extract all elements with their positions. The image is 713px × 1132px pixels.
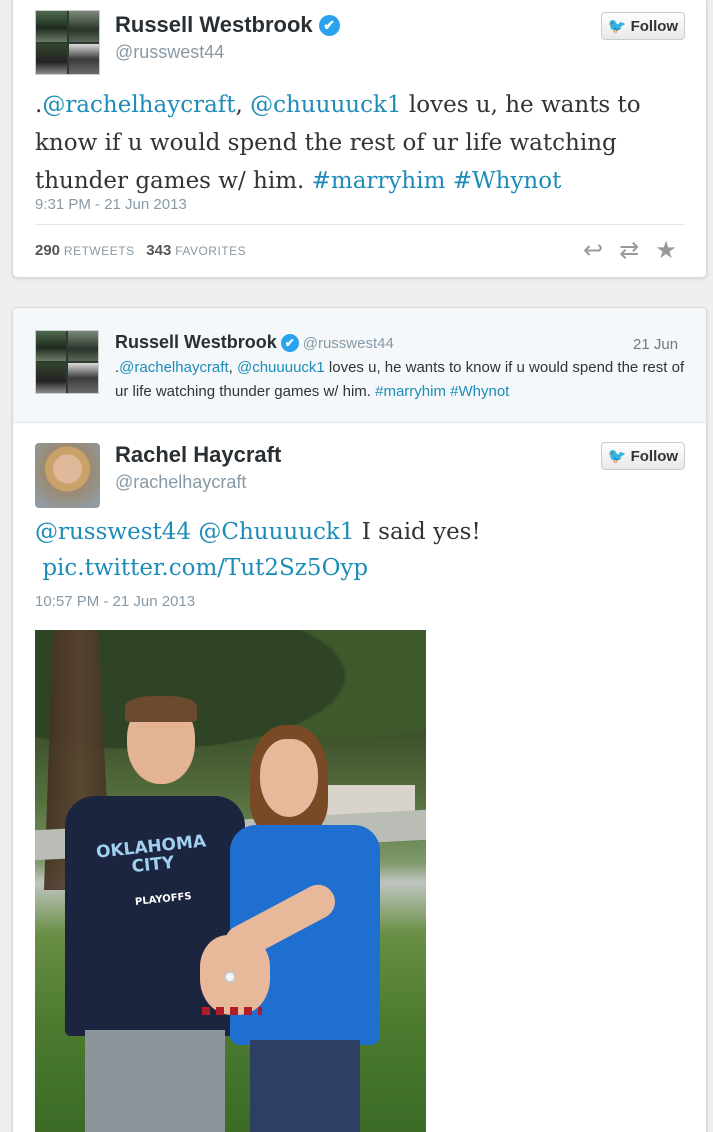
pic-link[interactable]: pic.twitter.com/Tut2Sz5Oyp	[42, 555, 368, 581]
shirt-subtext: PLAYOFFS	[134, 891, 193, 908]
tweet-link[interactable]: @chuuuuck1	[250, 92, 401, 118]
tweet-timestamp[interactable]: 10:57 PM - 21 Jun 2013	[35, 593, 195, 610]
tweet-text-segment: ,	[235, 92, 251, 118]
favorites-count[interactable]: 343	[146, 242, 171, 259]
retweets-label[interactable]: RETWEETS	[64, 244, 135, 258]
tweet-stats: 290 RETWEETS 343 FAVORITES	[35, 242, 246, 259]
photo-man: OKLAHOMA CITY PLAYOFFS	[65, 696, 245, 1132]
shirt-text: OKLAHOMA CITY	[95, 831, 207, 878]
follow-button[interactable]: 🐦 Follow	[601, 442, 685, 470]
verified-icon: ✔	[318, 15, 340, 36]
follow-button[interactable]: 🐦 Follow	[601, 12, 685, 40]
favorites-label[interactable]: FAVORITES	[175, 244, 246, 258]
author-name[interactable]: Russell Westbrook ✔	[115, 12, 340, 38]
tweet-text: .@rachelhaycraft, @chuuuuck1 loves u, he…	[35, 86, 685, 200]
quoted-author-handle[interactable]: @russwest44	[303, 335, 394, 352]
ring-icon	[224, 971, 236, 983]
tweet-photo[interactable]: OKLAHOMA CITY PLAYOFFS	[35, 630, 426, 1132]
reply-icon[interactable]: ↩	[583, 236, 603, 265]
avatar-westbrook[interactable]	[35, 10, 100, 75]
author-name[interactable]: Rachel Haycraft	[115, 442, 281, 468]
follow-button-label: Follow	[630, 447, 679, 465]
quoted-date[interactable]: 21 Jun	[633, 336, 678, 353]
tweet-plain-text: I said yes!	[354, 519, 481, 545]
twitter-bird-icon: 🐦	[607, 448, 627, 465]
follow-button-label: Follow	[630, 17, 679, 35]
tweet-link[interactable]: #marryhim	[375, 383, 446, 400]
quoted-avatar[interactable]	[35, 330, 99, 394]
tweet-link[interactable]: #Whynot	[450, 383, 509, 400]
tweet-link[interactable]: @rachelhaycraft	[119, 359, 228, 376]
tweet-text: @russwest44 @Chuuuuck1 I said yes! pic.t…	[35, 514, 685, 586]
divider	[35, 224, 685, 225]
tweet-card-haycraft: Russell Westbrook ✔ @russwest44 21 Jun .@r…	[12, 307, 707, 1132]
author-handle[interactable]: @russwest44	[115, 42, 224, 63]
verified-icon: ✔	[280, 334, 299, 352]
quoted-author[interactable]: Russell Westbrook ✔ @russwest44	[115, 332, 394, 353]
tweet-link[interactable]: #marryhim	[312, 168, 446, 194]
quoted-tweet[interactable]: Russell Westbrook ✔ @russwest44 21 Jun .@r…	[13, 308, 706, 423]
twitter-bird-icon: 🐦	[607, 18, 627, 35]
tweet-timestamp[interactable]: 9:31 PM - 21 Jun 2013	[35, 196, 187, 213]
photo-woman	[200, 725, 380, 1132]
author-name-text[interactable]: Russell Westbrook	[115, 12, 313, 37]
tweet-actions: ↩ ⇄ ★	[583, 236, 677, 265]
author-handle[interactable]: @rachelhaycraft	[115, 472, 246, 493]
quoted-author-name[interactable]: Russell Westbrook	[115, 332, 277, 352]
retweet-icon[interactable]: ⇄	[619, 236, 639, 265]
tweet-link[interactable]: @chuuuuck1	[237, 359, 325, 376]
mention-link[interactable]: @Chuuuuck1	[198, 519, 354, 545]
tweet-link[interactable]: @rachelhaycraft	[42, 92, 235, 118]
tweet-card-westbrook: Russell Westbrook ✔ @russwest44 🐦 Follow …	[12, 0, 707, 278]
tweet-link[interactable]: #Whynot	[453, 168, 562, 194]
quoted-text: .@rachelhaycraft, @chuuuuck1 loves u, he…	[115, 356, 695, 404]
author-name-text[interactable]: Rachel Haycraft	[115, 442, 281, 467]
avatar-haycraft[interactable]	[35, 443, 100, 508]
tweet-text-segment: ,	[228, 359, 237, 376]
retweets-count[interactable]: 290	[35, 242, 60, 259]
mention-link[interactable]: @russwest44	[35, 519, 191, 545]
favorite-icon[interactable]: ★	[655, 236, 677, 265]
tweet-text-segment	[445, 168, 452, 194]
